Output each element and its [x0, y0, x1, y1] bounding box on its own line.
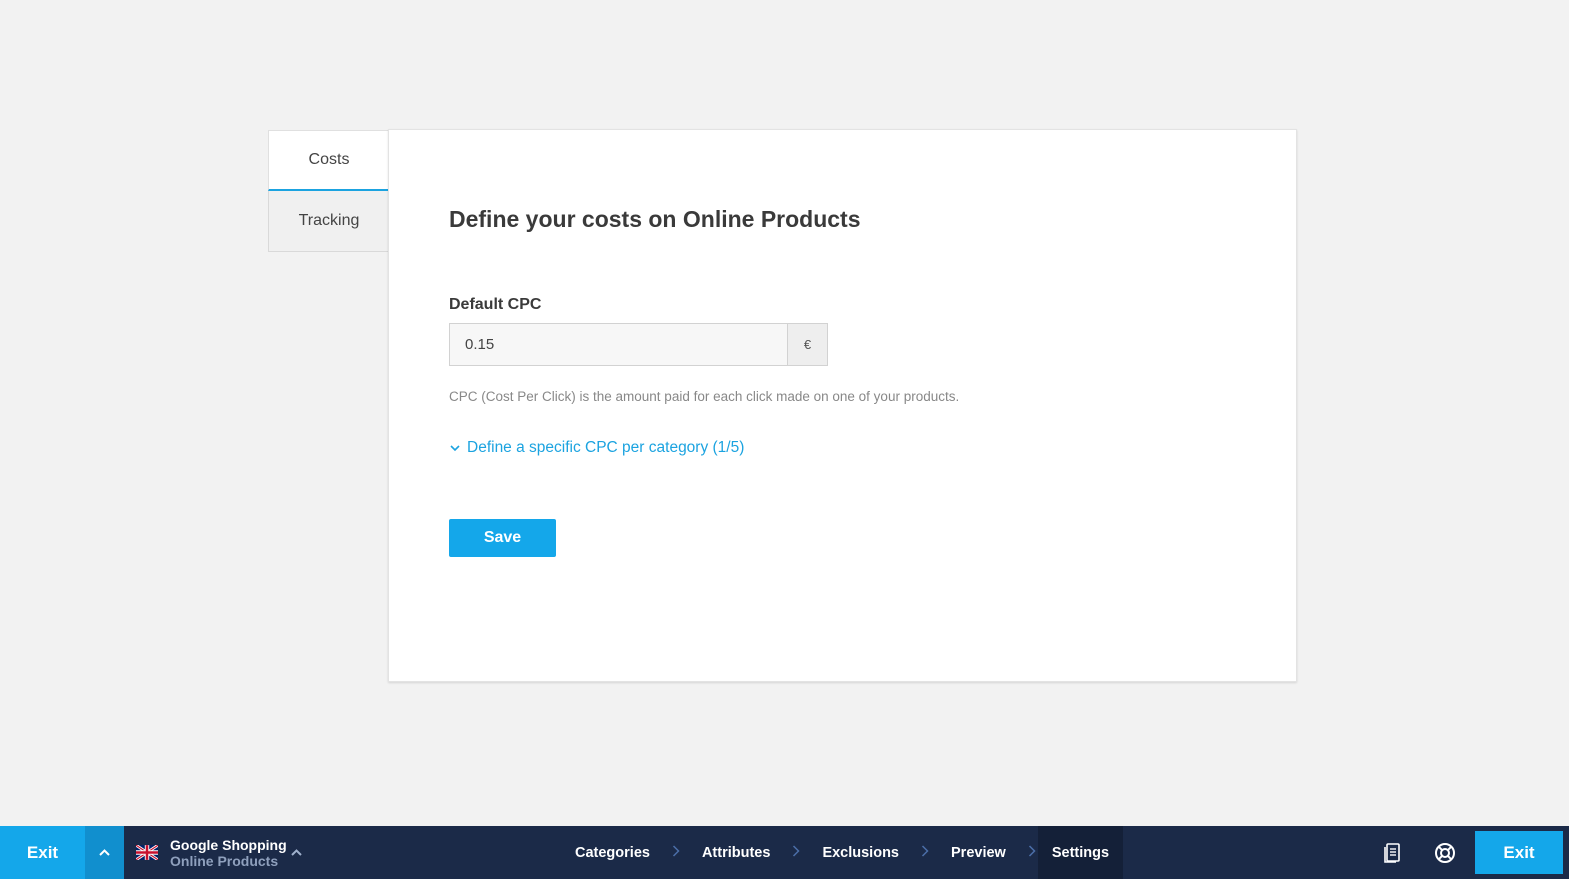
- currency-suffix: €: [787, 324, 827, 365]
- save-button[interactable]: Save: [449, 519, 556, 557]
- collapse-toggle[interactable]: [85, 826, 124, 879]
- chevron-up-icon: [99, 849, 110, 856]
- project-subtitle: Online Products: [170, 853, 279, 869]
- costs-panel: Define your costs on Online Products Def…: [388, 129, 1297, 682]
- chevron-right-icon: [919, 844, 931, 862]
- tab-costs[interactable]: Costs: [268, 130, 389, 191]
- page-title: Define your costs on Online Products: [449, 206, 861, 232]
- exit-button-right[interactable]: Exit: [1475, 831, 1563, 874]
- chevron-right-icon: [670, 844, 682, 862]
- category-cpc-toggle[interactable]: Define a specific CPC per category (1/5): [449, 439, 744, 457]
- document-icon[interactable]: [1381, 841, 1405, 865]
- default-cpc-group: €: [449, 323, 828, 366]
- tab-tracking[interactable]: Tracking: [268, 191, 389, 252]
- lifebuoy-icon[interactable]: [1433, 841, 1457, 865]
- step-preview[interactable]: Preview: [931, 826, 1026, 879]
- category-cpc-toggle-label: Define a specific CPC per category (1/5): [467, 439, 745, 456]
- chevron-up-icon: [291, 849, 302, 856]
- step-exclusions[interactable]: Exclusions: [802, 826, 919, 879]
- chevron-down-icon: [450, 445, 460, 452]
- default-cpc-input[interactable]: [450, 324, 787, 365]
- settings-tabs: Costs Tracking: [268, 130, 389, 252]
- step-settings[interactable]: Settings: [1037, 826, 1124, 879]
- uk-flag-icon: [136, 845, 158, 860]
- step-categories[interactable]: Categories: [555, 826, 670, 879]
- bottom-bar: Exit Google Shopping Online Products Cat…: [0, 826, 1569, 879]
- step-attributes[interactable]: Attributes: [682, 826, 790, 879]
- project-name: Google Shopping: [170, 837, 287, 853]
- cpc-help-text: CPC (Cost Per Click) is the amount paid …: [449, 389, 960, 404]
- default-cpc-label: Default CPC: [449, 296, 542, 313]
- workflow-steps: Categories Attributes Exclusions Preview…: [555, 826, 1124, 879]
- exit-button-left[interactable]: Exit: [0, 826, 85, 879]
- chevron-right-icon: [1026, 844, 1038, 862]
- project-selector[interactable]: Google Shopping Online Products: [170, 837, 287, 869]
- project-menu-toggle[interactable]: [290, 846, 304, 860]
- chevron-right-icon: [790, 844, 802, 862]
